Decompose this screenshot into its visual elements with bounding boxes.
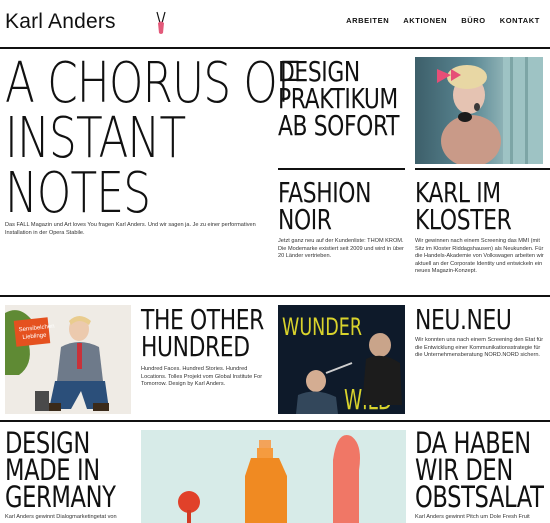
- nav-buero[interactable]: BÜRO: [461, 16, 485, 25]
- tile-text: Wir gewinnen nach einem Screening das MM…: [415, 238, 544, 275]
- wunder-wild-poster[interactable]: WUNDER WILD: [278, 305, 405, 414]
- divider: [415, 168, 550, 170]
- nav-aktionen[interactable]: AKTIONEN: [403, 16, 447, 25]
- tile-title: GERMANY: [5, 480, 116, 514]
- tile-text: Karl Anders gewinnt Pitch um Dole Fresh …: [415, 514, 530, 520]
- hero-text: Das FALL Magazin und Art loves You frage…: [5, 222, 256, 236]
- site-header: Karl Anders ARBEITEN AKTIONEN BÜRO KONTA…: [0, 0, 550, 44]
- tile-text: Karl Anders gewinnt Dialogmarketingetat …: [5, 514, 117, 520]
- poster-illustration: WUNDER WILD: [278, 305, 405, 414]
- tile-text: Wir konnten uns nach einem Screening den…: [415, 337, 544, 359]
- bottles-photo[interactable]: [141, 430, 406, 523]
- bunny-logo-icon: [156, 11, 166, 34]
- main-nav: ARBEITEN AKTIONEN BÜRO KONTAKT: [346, 16, 540, 25]
- tile-title: OBSTSALAT: [415, 480, 544, 514]
- tile-text: Hundred Faces. Hundred Stories. Hundred …: [141, 366, 263, 388]
- hero-line: A CHORUS OF: [5, 51, 302, 116]
- tile-title: NOIR: [278, 203, 332, 236]
- nav-kontakt[interactable]: KONTAKT: [500, 16, 540, 25]
- tile-title: NEU.NEU: [415, 303, 512, 336]
- doll-photo[interactable]: [415, 57, 543, 164]
- divider: [0, 47, 550, 49]
- hero-line: INSTANT: [5, 106, 186, 171]
- tile-title: AB SOFORT: [278, 109, 400, 142]
- nav-arbeiten[interactable]: ARBEITEN: [346, 16, 389, 25]
- tile-title: HUNDRED: [141, 330, 250, 363]
- bottles-illustration: [141, 430, 406, 523]
- tile-title: KLOSTER: [415, 203, 512, 236]
- divider: [0, 420, 550, 422]
- doll-illustration: [437, 57, 543, 164]
- hero-line: NOTES: [5, 161, 151, 226]
- tile-text: Jetzt ganz neu auf der Kundenliste: THOM…: [278, 238, 404, 260]
- person-photo[interactable]: Sensibelchen Lieblinge: [5, 305, 131, 414]
- divider: [0, 295, 550, 297]
- person-illustration: Sensibelchen Lieblinge: [5, 305, 131, 414]
- poster-word-wunder: WUNDER: [282, 313, 362, 341]
- site-logo[interactable]: Karl Anders: [5, 10, 116, 34]
